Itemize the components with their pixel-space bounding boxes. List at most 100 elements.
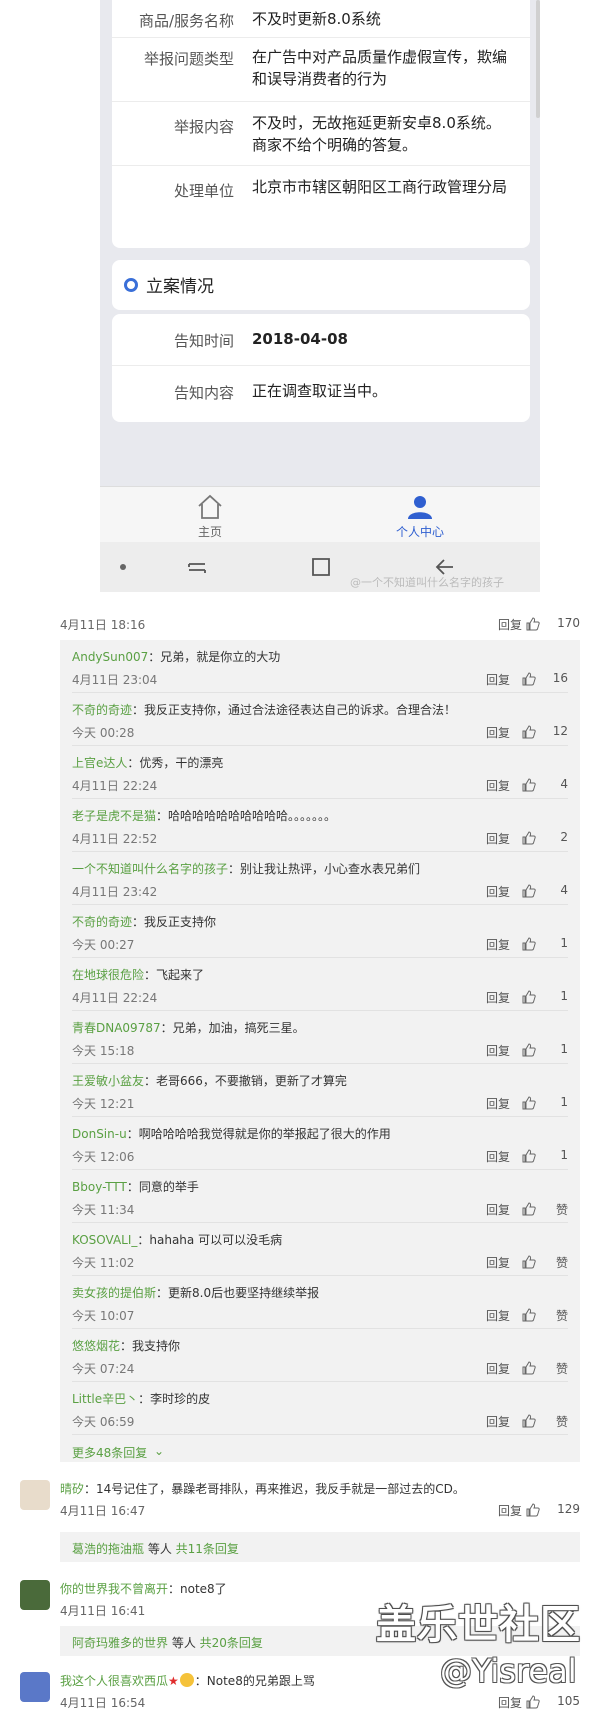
author-watermark: @Yisreal xyxy=(440,1652,577,1690)
thumbs-up-icon[interactable] xyxy=(522,725,536,739)
reply-username[interactable]: 上官e达人 xyxy=(72,756,127,770)
star-badge-icon: ★ xyxy=(168,1674,179,1688)
reply-button[interactable]: 回复 xyxy=(486,1360,510,1377)
like-count: 赞 xyxy=(555,1203,568,1217)
reply-button[interactable]: 回复 xyxy=(486,1095,510,1112)
reply-button[interactable]: 回复 xyxy=(486,1201,510,1218)
comment-username[interactable]: 晴矽 xyxy=(60,1482,84,1496)
scrollbar[interactable] xyxy=(536,0,540,118)
like-count: 赞 xyxy=(555,1362,568,1376)
home-icon xyxy=(198,494,222,519)
reply-username[interactable]: AndySun007 xyxy=(72,650,148,664)
sub-reply-mid: 等人 xyxy=(168,1636,200,1650)
thumbs-up-icon[interactable] xyxy=(522,1202,536,1216)
thumbs-up-icon[interactable] xyxy=(522,1414,536,1428)
row-label: 告知时间 xyxy=(173,332,234,350)
reply-time: 今天 12:06 xyxy=(72,1150,135,1164)
reply-username[interactable]: 老子是虎不是猫 xyxy=(72,809,156,823)
like-count: 1 xyxy=(560,936,568,950)
reply-username[interactable]: Little辛巴丶 xyxy=(72,1392,138,1406)
sub-reply-summary[interactable]: 葛浩的拖油瓶 等人 共11条回复 xyxy=(60,1532,580,1562)
tab-home[interactable]: 主页 xyxy=(150,493,270,540)
sub-reply-count[interactable]: 共20条回复 xyxy=(200,1636,263,1650)
avatar[interactable] xyxy=(20,1580,50,1610)
reply-username[interactable]: 悠悠烟花 xyxy=(72,1339,120,1353)
reply-text: Bboy-TTT：同意的举手 xyxy=(72,1178,199,1195)
reply-button[interactable]: 回复 xyxy=(486,1413,510,1430)
chevron-down-icon[interactable]: ⌄ xyxy=(154,1444,164,1458)
thumbs-up-icon[interactable] xyxy=(522,1361,536,1375)
reply-button[interactable]: 回复 xyxy=(486,671,510,688)
reply-actions: 回复 4 xyxy=(448,883,568,901)
reply-list: AndySun007：兄弟，就是你立的大功 4月11日 23:04 回复 16 不奇的奇… xyxy=(60,640,580,1462)
reply-body: ：hahaha 可以可以没毛病 xyxy=(137,1233,283,1247)
reply-time: 今天 15:18 xyxy=(72,1044,135,1058)
recents-icon[interactable] xyxy=(186,556,208,578)
reply-item: Bboy-TTT：同意的举手 今天 11:34 回复 赞 xyxy=(72,1170,568,1223)
like-count: 赞 xyxy=(555,1415,568,1429)
thumbs-up-icon[interactable] xyxy=(522,1096,536,1110)
reply-text: 卖女孩的提伯斯：更新8.0后也要坚持继续举报 xyxy=(72,1284,319,1301)
reply-item: 不奇的奇迹：我反正支持你，通过合法途径表达自己的诉求。合理合法！ 今天 00:28… xyxy=(72,693,568,746)
sub-reply-user[interactable]: 阿奇玛雅多的世界 xyxy=(72,1636,168,1650)
sub-reply-count[interactable]: 共11条回复 xyxy=(176,1542,239,1556)
reply-username[interactable]: KOSOVALI_ xyxy=(72,1233,137,1247)
thumbs-up-icon[interactable] xyxy=(526,1503,540,1517)
reply-username[interactable]: 不奇的奇迹 xyxy=(72,915,132,929)
case-row: 告知内容 正在调查取证当中。 xyxy=(112,366,530,418)
home-square-icon[interactable] xyxy=(310,556,332,578)
reply-button[interactable]: 回复 xyxy=(486,883,510,900)
reply-button[interactable]: 回复 xyxy=(486,936,510,953)
reply-button[interactable]: 回复 xyxy=(486,777,510,794)
reply-username[interactable]: 不奇的奇迹 xyxy=(72,703,132,717)
reply-button[interactable]: 回复 xyxy=(486,1148,510,1165)
thumbs-up-icon[interactable] xyxy=(522,831,536,845)
avatar[interactable] xyxy=(20,1480,50,1510)
reply-username[interactable]: 青春DNA09787 xyxy=(72,1021,161,1035)
thumbs-up-icon[interactable] xyxy=(526,1695,540,1709)
thumbs-up-icon[interactable] xyxy=(522,1255,536,1269)
comment-username[interactable]: 你的世界我不曾离开 xyxy=(60,1582,168,1596)
thumbs-up-icon[interactable] xyxy=(522,937,536,951)
comment-meta: 4月11日 16:47 回复 129 xyxy=(60,1502,580,1519)
thumbs-up-icon[interactable] xyxy=(522,778,536,792)
reply-button[interactable]: 回复 xyxy=(486,1254,510,1271)
reply-item: 不奇的奇迹：我反正支持你 今天 00:27 回复 1 xyxy=(72,905,568,958)
sub-reply-user[interactable]: 葛浩的拖油瓶 xyxy=(72,1542,144,1556)
report-row: 商品/服务名称 不及时更新8.0系统 xyxy=(112,0,530,38)
thumbs-up-icon[interactable] xyxy=(522,990,536,1004)
reply-username[interactable]: Bboy-TTT xyxy=(72,1180,127,1194)
reply-username[interactable]: 在地球很危险 xyxy=(72,968,144,982)
reply-username[interactable]: 王爱敏小盆友 xyxy=(72,1074,144,1088)
comment-time: 4月11日 16:41 xyxy=(60,1604,146,1618)
reply-username[interactable]: 一个不知道叫什么名字的孩子 xyxy=(72,862,228,876)
reply-button[interactable]: 回复 xyxy=(486,724,510,741)
comment-username[interactable]: 我这个人很喜欢西瓜 xyxy=(60,1674,168,1688)
avatar[interactable] xyxy=(20,1672,50,1702)
nav-dot-icon[interactable] xyxy=(120,564,126,570)
thumbs-up-icon[interactable] xyxy=(522,1043,536,1057)
reply-button[interactable]: 回复 xyxy=(498,1694,522,1711)
thumbs-up-icon[interactable] xyxy=(522,884,536,898)
row-label: 告知内容 xyxy=(173,384,234,402)
thumbs-up-icon[interactable] xyxy=(526,617,540,631)
reply-button[interactable]: 回复 xyxy=(486,1307,510,1324)
thumbs-up-icon[interactable] xyxy=(522,1149,536,1163)
tab-profile[interactable]: 个人中心 xyxy=(360,493,480,540)
row-label: 处理单位 xyxy=(173,182,234,200)
reply-username[interactable]: DonSin-u xyxy=(72,1127,127,1141)
reply-button[interactable]: 回复 xyxy=(486,830,510,847)
reply-button[interactable]: 回复 xyxy=(486,1042,510,1059)
reply-username[interactable]: 卖女孩的提伯斯 xyxy=(72,1286,156,1300)
more-replies-link[interactable]: 更多48条回复 xyxy=(72,1444,147,1461)
comment-text: 我这个人很喜欢西瓜★ ：Note8的兄弟跟上骂 xyxy=(60,1672,315,1689)
thumbs-up-icon[interactable] xyxy=(522,1308,536,1322)
reply-time: 今天 00:28 xyxy=(72,726,135,740)
reply-button[interactable]: 回复 xyxy=(486,989,510,1006)
thumbs-up-icon[interactable] xyxy=(522,672,536,686)
reply-button[interactable]: 回复 xyxy=(498,1502,522,1519)
reply-button[interactable]: 回复 xyxy=(498,616,522,633)
reply-actions: 回复 赞 xyxy=(448,1254,568,1272)
reply-actions: 回复 赞 xyxy=(448,1360,568,1378)
row-value: 北京市市辖区朝阳区工商行政管理分局 xyxy=(252,178,508,196)
